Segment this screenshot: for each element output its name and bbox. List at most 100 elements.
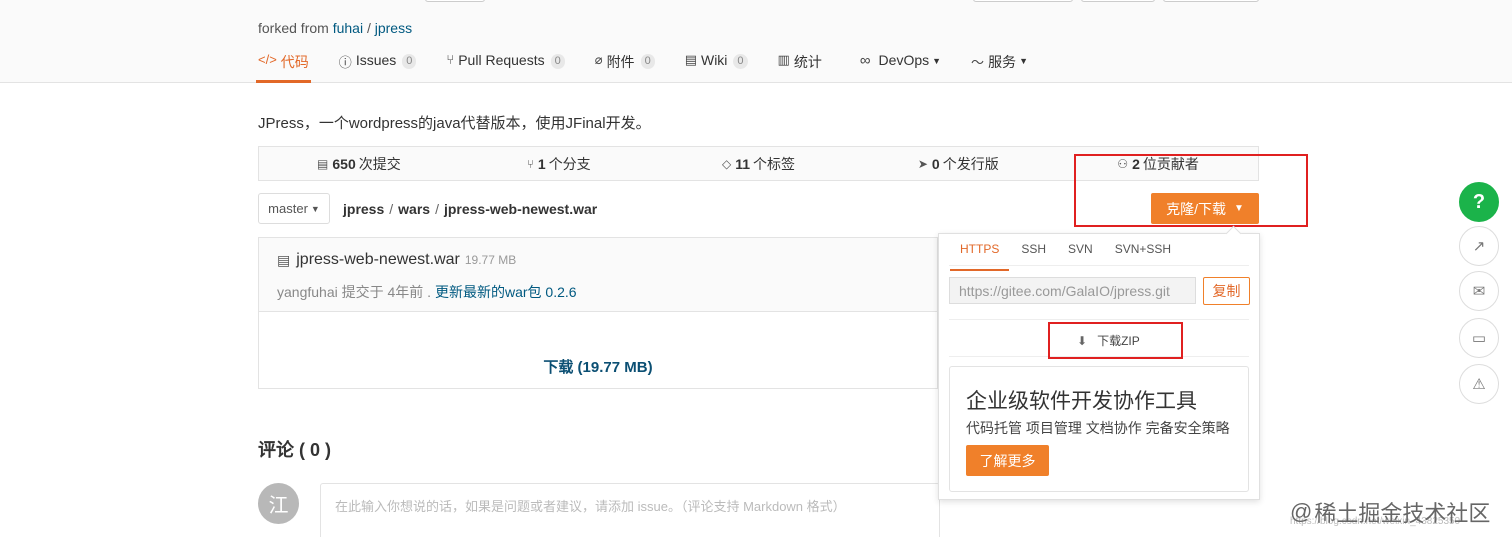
code-icon: </> — [258, 52, 277, 67]
tab-label: Pull Requests — [458, 52, 545, 68]
annotation-highlight-box — [1074, 154, 1308, 227]
promo-title: 企业级软件开发协作工具 — [966, 390, 1197, 413]
file-name: jpress-web-newest.war — [296, 251, 460, 268]
protocol-tabs: HTTPS SSH SVN SVN+SSH — [949, 242, 1249, 271]
stat-label: 次提交 — [358, 155, 401, 172]
breadcrumb-item: jpress-web-newest.war — [443, 201, 598, 217]
fork-repo-link[interactable]: jpress — [375, 20, 412, 36]
commit-message-link[interactable]: 更新最新的war包 0.2.6 — [435, 284, 577, 300]
tab-svn-ssh[interactable]: SVN+SSH — [1115, 242, 1171, 265]
tab-stats[interactable]: ▥ 统计 — [778, 47, 822, 83]
count-badge: 0 — [733, 54, 748, 69]
file-panel: ▤ jpress-web-newest.war 19.77 MB yangfuh… — [258, 237, 938, 389]
stat-number: 11 — [735, 155, 751, 172]
branch-selector[interactable]: master ▼ — [258, 193, 330, 224]
at-icon: @ — [1290, 499, 1313, 524]
learn-more-button[interactable]: 了解更多 — [966, 445, 1049, 476]
release-icon: ➤ — [917, 156, 928, 171]
chevron-down-icon: ▼ — [932, 56, 942, 66]
avatar: 江 — [258, 483, 299, 524]
wiki-icon: ▤ — [684, 52, 697, 67]
clone-dropdown-panel: HTTPS SSH SVN SVN+SSH https://gitee.com/… — [938, 233, 1260, 500]
tab-ssh[interactable]: SSH — [1021, 242, 1046, 265]
watermark-text: 稀土掘金技术社区 — [1314, 501, 1491, 526]
tab-wiki[interactable]: ▤ Wiki 0 — [685, 47, 748, 83]
watch-button-edge[interactable] — [973, 0, 1073, 2]
commit-author[interactable]: yangfuhai — [277, 284, 338, 300]
forked-prefix: forked from — [258, 20, 329, 36]
stat-branches[interactable]: ⑂ 1 个分支 — [459, 147, 659, 180]
share-icon: ↗ — [1472, 238, 1486, 255]
annotation-highlight-box — [1048, 322, 1183, 359]
file-size: 19.77 MB — [464, 253, 517, 267]
tab-label: Wiki — [700, 52, 728, 68]
file-icon: ▤ — [277, 251, 291, 268]
help-icon: ? — [1472, 190, 1486, 213]
stat-tags[interactable]: ◇ 11 个标签 — [659, 147, 859, 180]
count-badge: 0 — [402, 54, 417, 69]
copy-button[interactable]: 复制 — [1203, 277, 1250, 305]
promo-subtitle: 代码托管 项目管理 文档协作 完备安全策略 — [966, 420, 1230, 436]
commit-info: yangfuhai 提交于 4年前 . 更新最新的war包 0.2.6 — [277, 282, 577, 302]
comments-title: 评论 ( 0 ) — [258, 440, 332, 460]
chat-button[interactable]: ▭ — [1459, 318, 1499, 358]
stat-commits[interactable]: ▤ 650 次提交 — [259, 147, 459, 180]
stat-label: 个标签 — [753, 155, 796, 172]
breadcrumb: jpress / wars / jpress-web-newest.war — [343, 201, 597, 217]
tab-label: Issues — [355, 52, 397, 68]
service-icon: 〜 — [971, 55, 985, 70]
promo-card: 企业级软件开发协作工具 代码托管 项目管理 文档协作 完备安全策略 了解更多 — [949, 366, 1249, 492]
chat-icon: ▭ — [1471, 330, 1487, 347]
help-button[interactable]: ? — [1459, 182, 1499, 222]
tab-code[interactable]: </> 代码 — [256, 47, 311, 83]
tab-attachments[interactable]: ⌀ 附件 0 — [595, 47, 655, 83]
chevron-down-icon: ▼ — [310, 203, 320, 214]
stat-number: 0 — [931, 155, 940, 172]
breadcrumb-sep: / — [389, 201, 394, 217]
tab-label: 服务 — [988, 54, 1017, 70]
tab-label: 附件 — [606, 54, 635, 70]
pull-request-icon: ⑂ — [446, 52, 455, 67]
tab-services[interactable]: 〜 服务 ▼ — [971, 47, 1028, 83]
tab-issues[interactable]: ⓘ Issues 0 — [339, 47, 417, 83]
tab-label: 统计 — [793, 54, 822, 70]
issue-icon: ⓘ — [338, 55, 352, 70]
mail-icon: ✉ — [1472, 283, 1486, 300]
devops-icon: ∞ — [859, 52, 871, 69]
download-link[interactable]: 下载 (19.77 MB) — [259, 356, 937, 377]
fork-button-edge[interactable] — [1163, 0, 1259, 2]
breadcrumb-item[interactable]: wars — [398, 201, 430, 217]
repo-header: forked from fuhai / jpress </> 代码 ⓘ Issu… — [0, 0, 1512, 83]
breadcrumb-item[interactable]: jpress — [343, 201, 384, 217]
clone-url-field[interactable]: https://gitee.com/GalaIO/jpress.git — [949, 277, 1196, 304]
stat-label: 个分支 — [548, 155, 591, 172]
stat-number: 1 — [537, 155, 546, 172]
branch-name: master — [268, 201, 308, 216]
mail-button[interactable]: ✉ — [1459, 271, 1499, 311]
commit-icon: ▤ — [317, 156, 329, 171]
repo-tabs: </> 代码 ⓘ Issues 0 ⑂ Pull Requests 0 ⌀ 附件… — [256, 47, 1058, 83]
repo-description: JPress，一个wordpress的java代替版本，使用JFinal开发。 — [258, 115, 651, 132]
file-header: ▤ jpress-web-newest.war 19.77 MB yangfuh… — [259, 238, 937, 312]
tab-pull-requests[interactable]: ⑂ Pull Requests 0 — [446, 47, 565, 83]
tab-svn[interactable]: SVN — [1068, 242, 1093, 265]
warning-icon: ⚠ — [1472, 376, 1486, 393]
file-title: ▤ jpress-web-newest.war 19.77 MB — [277, 251, 516, 269]
tab-devops[interactable]: ∞ DevOps ▼ — [860, 47, 941, 83]
chevron-down-icon: ▼ — [1019, 56, 1028, 66]
attachment-icon: ⌀ — [594, 52, 603, 67]
fork-user-link[interactable]: fuhai — [333, 20, 363, 36]
star-button-edge[interactable] — [1081, 0, 1155, 2]
count-badge: 0 — [550, 54, 565, 69]
tab-https[interactable]: HTTPS — [949, 242, 1010, 271]
commit-time: 提交于 4年前 . — [341, 284, 432, 300]
fork-sep: / — [366, 20, 371, 36]
stat-releases[interactable]: ➤ 0 个发行版 — [858, 147, 1058, 180]
count-badge: 0 — [640, 54, 655, 69]
tab-label: 代码 — [280, 54, 309, 70]
breadcrumb-sep: / — [435, 201, 439, 217]
report-button[interactable]: ⚠ — [1459, 364, 1499, 404]
stat-label: 个发行版 — [942, 155, 999, 172]
share-button[interactable]: ↗ — [1459, 226, 1499, 266]
comment-input[interactable]: 在此输入你想说的话，如果是问题或者建议，请添加 issue。（评论支持 Mark… — [320, 483, 940, 537]
